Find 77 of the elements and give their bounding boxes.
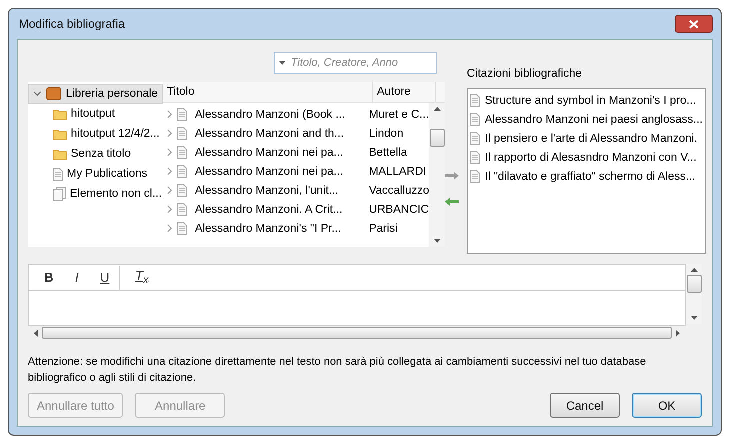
arrow-left-icon[interactable] bbox=[445, 198, 459, 206]
document-icon bbox=[53, 168, 63, 180]
citation-editor[interactable]: B I U T$_{x}$ bbox=[28, 264, 686, 326]
scroll-left-icon[interactable] bbox=[34, 330, 38, 336]
title-cell-text: Alessandro Manzoni. A Crit... bbox=[195, 204, 344, 216]
title-cell-text: Alessandro Manzoni nei pa... bbox=[195, 146, 344, 158]
document-icon bbox=[470, 113, 480, 126]
column-header[interactable]: Titolo bbox=[163, 82, 374, 102]
author-cell: Vaccalluzzo bbox=[369, 184, 430, 196]
tree-item[interactable]: hitoutput 12/4/2... bbox=[28, 124, 164, 144]
title-cell-text: Alessandro Manzoni's "I Pr... bbox=[195, 222, 342, 234]
citation-item[interactable]: Structure and symbol in Manzoni's I pro... bbox=[485, 94, 696, 106]
close-button[interactable] bbox=[675, 15, 713, 33]
expand-icon[interactable] bbox=[33, 91, 42, 97]
arrow-right-icon[interactable] bbox=[445, 172, 459, 180]
cancel-button[interactable]: Cancel bbox=[550, 393, 620, 418]
tree-item[interactable]: Elemento non cl... bbox=[28, 184, 164, 204]
scroll-thumb[interactable] bbox=[686, 275, 702, 293]
document-icon bbox=[177, 203, 188, 216]
chevron-icon[interactable] bbox=[167, 186, 174, 195]
scroll-up-icon[interactable] bbox=[434, 107, 441, 111]
chevron-icon[interactable] bbox=[167, 224, 174, 233]
format-button[interactable]: I bbox=[63, 266, 91, 288]
tree-item[interactable]: hitoutput bbox=[28, 104, 164, 124]
scroll-thumb[interactable] bbox=[430, 129, 445, 147]
format-button[interactable]: U bbox=[91, 266, 119, 288]
author-cell-text: Bettella bbox=[369, 146, 408, 158]
tree-item[interactable]: Libreria personale bbox=[28, 84, 164, 104]
author-cell: Muret e C... bbox=[369, 108, 430, 120]
citations-label: Citazioni bibliografiche bbox=[467, 67, 584, 82]
window-title: Modifica bibliografia bbox=[18, 17, 126, 31]
folder-icon bbox=[53, 148, 67, 160]
document-icon bbox=[177, 127, 188, 140]
chevron-icon[interactable] bbox=[167, 205, 174, 214]
document-icon bbox=[177, 146, 188, 159]
author-cell: URBANCIC bbox=[369, 204, 430, 216]
chevron-icon[interactable] bbox=[167, 129, 174, 138]
column-header[interactable]: Autore bbox=[373, 82, 436, 102]
title-cell-text: Alessandro Manzoni nei pa... bbox=[195, 166, 344, 178]
close-icon bbox=[689, 20, 699, 28]
document-icon bbox=[177, 108, 188, 121]
document-icon bbox=[470, 151, 480, 164]
format-button[interactable]: T$_{x}$ bbox=[128, 266, 156, 288]
chevron-icon[interactable] bbox=[167, 167, 174, 176]
scroll-down-icon[interactable] bbox=[434, 239, 441, 243]
document-icon bbox=[177, 222, 188, 235]
chevron-icon[interactable] bbox=[167, 110, 174, 119]
title-cell-text: Alessandro Manzoni (Book ... bbox=[195, 108, 346, 120]
title-cell-text: Alessandro Manzoni and th... bbox=[195, 128, 346, 140]
dropdown-icon[interactable] bbox=[279, 61, 286, 65]
document-icon bbox=[177, 184, 188, 197]
folder-icon bbox=[53, 128, 67, 140]
author-cell-text: MALLARDI bbox=[369, 166, 428, 178]
tree-item[interactable]: My Publications bbox=[28, 164, 164, 184]
citation-item[interactable]: Il rapporto di Alesasndro Manzoni con V... bbox=[485, 152, 697, 164]
author-cell-text: Parisi bbox=[369, 222, 399, 234]
chevron-icon[interactable] bbox=[167, 148, 174, 157]
tree-item[interactable]: Senza titolo bbox=[28, 144, 164, 164]
title-cell-text: Alessandro Manzoni, l'unit... bbox=[195, 184, 340, 196]
folder-icon bbox=[53, 108, 67, 120]
box-icon bbox=[46, 87, 62, 101]
format-button[interactable]: B bbox=[35, 266, 63, 288]
scroll-up-icon[interactable] bbox=[690, 268, 698, 272]
document-icon bbox=[470, 94, 480, 107]
citation-item[interactable]: Il pensiero e l'arte di Alessandro Manzoni. bbox=[485, 132, 698, 144]
citation-item[interactable]: Alessandro Manzoni nei paesi anglosass... bbox=[485, 114, 703, 126]
document-icon bbox=[470, 170, 480, 183]
document-icon bbox=[470, 132, 480, 145]
citation-item[interactable]: Il "dilavato e graffiato" schermo di Aless... bbox=[485, 170, 696, 182]
documents-icon bbox=[53, 187, 66, 201]
ok-button[interactable]: OK bbox=[632, 393, 702, 418]
search-field[interactable]: Titolo, Creatore, Anno bbox=[274, 52, 437, 74]
scroll-down-icon[interactable] bbox=[690, 316, 698, 320]
document-icon bbox=[177, 165, 188, 178]
author-cell-text: Lindon bbox=[369, 128, 405, 140]
warning-text: Attenzione: se modifichi una citazione direttamente nel testo non sarà più collegata ai cambiamenti successivi nel tuo database bibliografico o agli stili di citazione. bbox=[28, 355, 648, 386]
scroll-right-icon[interactable] bbox=[676, 330, 680, 336]
